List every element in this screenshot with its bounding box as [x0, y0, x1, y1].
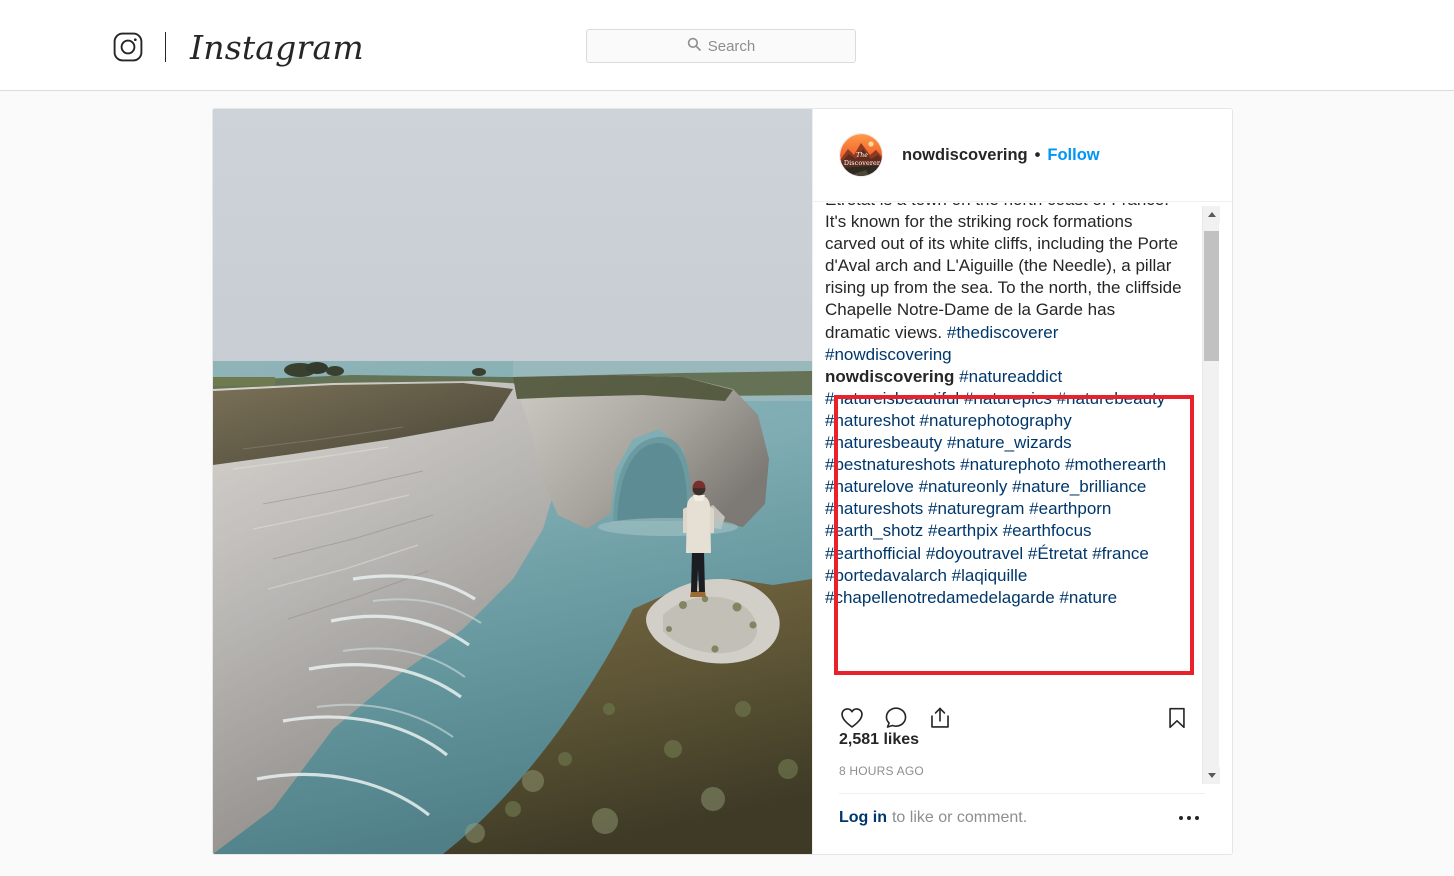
- post-photo[interactable]: [213, 109, 812, 854]
- hashtag-comment-username[interactable]: nowdiscovering: [825, 367, 954, 386]
- log-in-link[interactable]: Log in: [839, 809, 887, 827]
- like-count[interactable]: 2,581 likes: [839, 731, 919, 749]
- instagram-camera-icon[interactable]: [113, 32, 143, 62]
- comment-hashtag[interactable]: #naturephotography: [920, 411, 1072, 430]
- comment-hashtag[interactable]: #nature: [1059, 588, 1117, 607]
- post-timestamp: 8 HOURS AGO: [839, 764, 924, 778]
- comment-hashtag[interactable]: #chapellenotredamedelagarde: [825, 588, 1055, 607]
- comment-hashtag[interactable]: #naturephoto: [960, 455, 1060, 474]
- post-header: The Discoverer nowdiscovering • Follow: [813, 109, 1232, 202]
- comment-hashtag[interactable]: #naturebeauty: [1057, 389, 1166, 408]
- comment-hashtag[interactable]: #natureaddict: [959, 367, 1062, 386]
- comment-hashtag[interactable]: #naturesbeauty: [825, 433, 942, 452]
- bookmark-icon[interactable]: [1164, 705, 1190, 736]
- comment-hashtag[interactable]: #naturegram: [928, 499, 1024, 518]
- comment-hashtag[interactable]: #natureshot: [825, 411, 915, 430]
- comment-hashtag[interactable]: #bestnatureshots: [825, 455, 955, 474]
- avatar[interactable]: The Discoverer: [839, 133, 883, 177]
- comment-hashtag[interactable]: #nature_wizards: [947, 433, 1072, 452]
- brand-area: Instagram: [113, 26, 364, 68]
- divider: [839, 793, 1205, 794]
- follow-button[interactable]: Follow: [1047, 147, 1099, 164]
- comment-hashtag[interactable]: #naturelove: [825, 477, 914, 496]
- share-icon[interactable]: [927, 705, 953, 736]
- author-follow-separator: •: [1034, 145, 1041, 164]
- caption-scroll-region[interactable]: Étretat is a town on the north coast of …: [813, 203, 1232, 688]
- hashtag-comment: nowdiscovering #natureaddict #natureisbe…: [825, 366, 1187, 609]
- svg-text:The: The: [856, 152, 868, 159]
- instagram-wordmark[interactable]: Instagram: [190, 31, 364, 64]
- scroll-thumb[interactable]: [1204, 231, 1219, 361]
- post-author-row: nowdiscovering • Follow: [902, 147, 1100, 164]
- comment-hashtag[interactable]: #natureisbeautiful: [825, 389, 959, 408]
- search-icon: [687, 37, 701, 56]
- scroll-down-arrow-icon[interactable]: [1203, 767, 1220, 784]
- comment-hashtag[interactable]: #earthpix: [928, 521, 998, 540]
- comment-hashtag[interactable]: #earthfocus: [1003, 521, 1092, 540]
- comment-hashtag[interactable]: #earthporn: [1029, 499, 1111, 518]
- comment-hashtag[interactable]: #earth_shotz: [825, 521, 923, 540]
- svg-text:Discoverer: Discoverer: [844, 159, 881, 167]
- comment-hashtag[interactable]: #doyoutravel: [926, 544, 1023, 563]
- brand-divider: [165, 32, 166, 62]
- comment-hashtag[interactable]: #motherearth: [1065, 455, 1166, 474]
- caption-scroll-content: Étretat is a town on the north coast of …: [813, 203, 1187, 609]
- comment-hashtag[interactable]: #earthofficial: [825, 544, 921, 563]
- comment-hashtag[interactable]: #Étretat: [1028, 544, 1088, 563]
- login-prompt-text: to like or comment.: [891, 809, 1028, 826]
- caption-hashtag[interactable]: #nowdiscovering: [825, 345, 952, 364]
- search-input[interactable]: Search: [586, 29, 856, 63]
- scroll-up-arrow-icon[interactable]: [1203, 206, 1220, 223]
- search-placeholder-text: Search: [707, 37, 756, 55]
- post-author-username[interactable]: nowdiscovering: [902, 147, 1028, 164]
- comment-hashtag[interactable]: #naturepics: [964, 389, 1052, 408]
- comment-hashtag[interactable]: #laqiquille: [952, 566, 1028, 585]
- caption-scrollbar[interactable]: [1202, 206, 1220, 784]
- top-navigation-bar: Instagram Search: [0, 0, 1454, 91]
- post-caption: Étretat is a town on the north coast of …: [825, 203, 1182, 364]
- comment-hashtag[interactable]: #france: [1092, 544, 1149, 563]
- comment-hashtag[interactable]: #portedavalarch: [825, 566, 947, 585]
- comment-hashtag[interactable]: #natureonly: [919, 477, 1008, 496]
- post-card: The Discoverer nowdiscovering • Follow É…: [212, 108, 1233, 855]
- login-prompt-row: Log in to like or comment.: [839, 809, 1205, 827]
- comment-hashtag[interactable]: #nature_brilliance: [1012, 477, 1146, 496]
- more-options-icon[interactable]: [1179, 816, 1205, 820]
- comment-hashtag[interactable]: #natureshots: [825, 499, 923, 518]
- post-detail-pane: The Discoverer nowdiscovering • Follow É…: [812, 109, 1232, 854]
- caption-hashtag[interactable]: #thediscoverer: [947, 323, 1059, 342]
